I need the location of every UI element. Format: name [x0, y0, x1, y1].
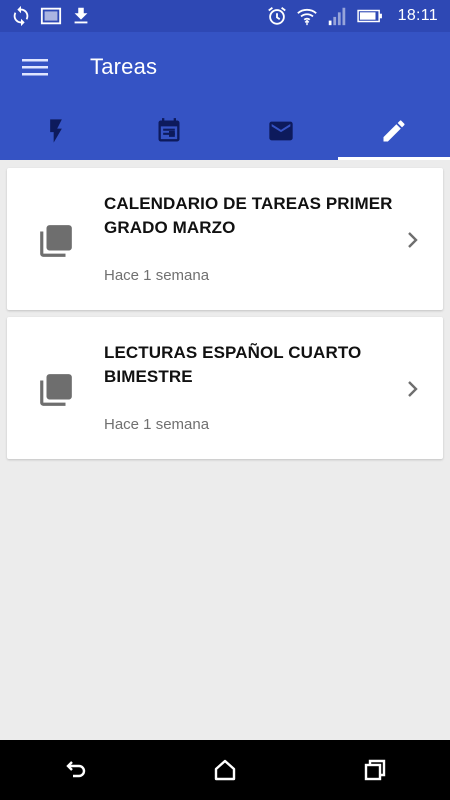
back-button[interactable]: [45, 740, 105, 800]
list-item[interactable]: CALENDARIO DE TAREAS PRIMER GRADO MARZO …: [7, 168, 443, 310]
home-button[interactable]: [195, 740, 255, 800]
status-left: [0, 5, 92, 27]
sync-icon: [10, 5, 32, 27]
item-timestamp: Hace 1 semana: [104, 267, 210, 284]
signal-icon: [326, 5, 348, 27]
tab-flash[interactable]: [0, 102, 113, 160]
status-right: 18:11: [266, 5, 450, 27]
recents-icon: [364, 759, 386, 781]
mail-icon: [269, 121, 293, 141]
chevron-right-icon: [408, 232, 418, 248]
item-title: LECTURAS ESPAÑOL CUARTO BIMESTRE: [104, 343, 362, 386]
task-list: CALENDARIO DE TAREAS PRIMER GRADO MARZO …: [0, 160, 450, 466]
tab-bar: [0, 102, 450, 160]
calendar-icon: [158, 118, 180, 142]
flash-icon: [50, 119, 63, 143]
library-books-icon: [40, 225, 72, 257]
status-time: 18:11: [397, 7, 438, 24]
download-icon: [70, 5, 92, 27]
status-bar: 18:11: [0, 0, 450, 32]
item-timestamp: Hace 1 semana: [104, 416, 210, 433]
app-bar: Tareas: [0, 32, 450, 102]
battery-icon: [356, 5, 384, 27]
recents-button[interactable]: [345, 740, 405, 800]
tab-mail[interactable]: [225, 102, 338, 160]
list-item[interactable]: LECTURAS ESPAÑOL CUARTO BIMESTRE Hace 1 …: [7, 317, 443, 459]
library-books-icon: [40, 374, 72, 406]
home-icon: [214, 759, 236, 781]
wifi-icon: [296, 5, 318, 27]
edit-icon: [383, 120, 405, 142]
alarm-icon: [266, 5, 288, 27]
tab-calendar[interactable]: [113, 102, 226, 160]
screen: 18:11 Tareas CALENDARIO DE TAREAS PRIMER…: [0, 0, 450, 800]
tab-edit[interactable]: [337, 102, 450, 160]
menu-button[interactable]: [0, 32, 70, 102]
back-icon: [66, 761, 86, 778]
page-title: Tareas: [90, 54, 158, 79]
image-icon: [40, 5, 62, 27]
system-nav-bar: [0, 740, 450, 800]
chevron-right-icon: [408, 381, 418, 397]
hamburger-menu-icon: [22, 59, 48, 76]
item-title: CALENDARIO DE TAREAS PRIMER GRADO MARZO: [104, 194, 393, 237]
